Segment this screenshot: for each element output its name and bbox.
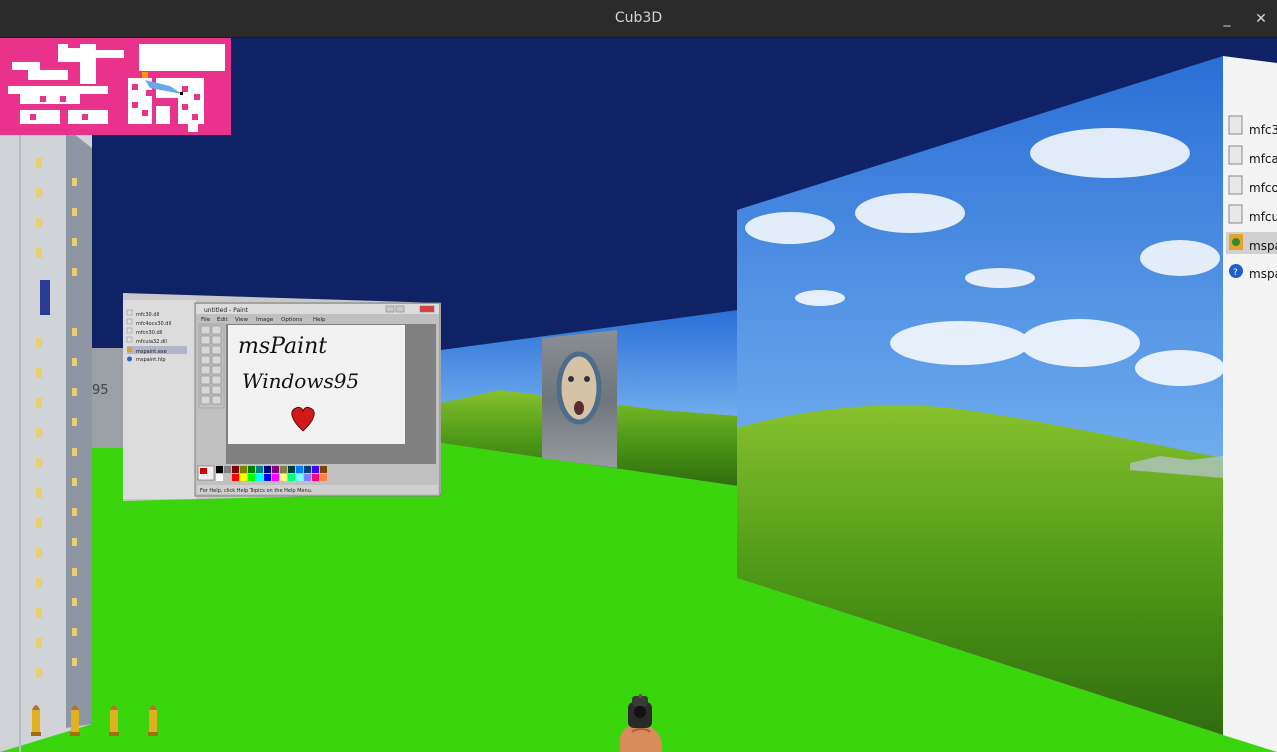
ammo-bullet-icon xyxy=(31,705,41,736)
ammo-bullet-icon xyxy=(109,705,119,736)
minimize-button[interactable]: _ xyxy=(1216,8,1238,30)
hud xyxy=(31,694,662,752)
game-viewport[interactable]: 95 mfc30.dll mfc4ocx30.dll mfcn30.dll mf… xyxy=(0,38,1277,752)
close-button[interactable]: ✕ xyxy=(1250,8,1272,30)
ammo-counter xyxy=(31,705,158,736)
window-title: Cub3D xyxy=(614,10,663,26)
pistol-weapon xyxy=(620,694,662,752)
game-window: Cub3D _ ✕ 95 mfc30.dll mfc4ocx30.dll mfc… xyxy=(0,0,1277,752)
pistol-muzzle xyxy=(634,706,646,718)
ammo-bullet-icon xyxy=(70,705,80,736)
title-bar[interactable]: Cub3D _ ✕ xyxy=(0,0,1277,38)
ammo-bullet-icon xyxy=(148,705,158,736)
